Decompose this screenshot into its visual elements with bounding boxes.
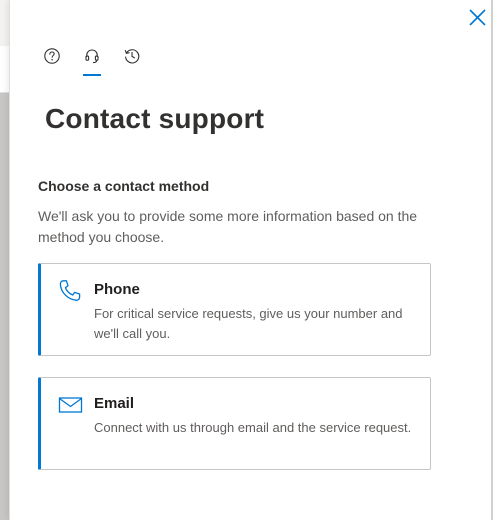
headset-icon (85, 49, 99, 64)
contact-method-heading: Choose a contact method (38, 178, 210, 194)
close-button[interactable] (465, 5, 491, 31)
history-icon (124, 49, 140, 64)
contact-method-description: We'll ask you to provide some more infor… (38, 208, 418, 245)
phone-contact-option[interactable]: Phone For critical service requests, giv… (38, 263, 431, 356)
phone-icon (59, 280, 81, 301)
email-option-description: Connect with us through email and the se… (94, 420, 412, 435)
email-option-title: Email (94, 395, 135, 412)
support-pane-screen: Contact support Choose a contact method … (0, 0, 493, 520)
phone-option-description: For critical service requests, give us y… (94, 306, 403, 341)
tab-contact-support[interactable] (78, 40, 106, 76)
background-app (0, 0, 9, 520)
background-overlay (0, 93, 9, 520)
support-panel: Contact support Choose a contact method … (9, 0, 492, 520)
selected-tab-indicator (83, 74, 101, 76)
mail-icon (58, 397, 83, 413)
tab-history[interactable] (118, 40, 146, 76)
background-toolbar (0, 46, 9, 93)
help-icon (44, 48, 60, 64)
page-title: Contact support (45, 103, 265, 134)
phone-option-title: Phone (94, 281, 140, 298)
background-header (0, 0, 9, 46)
close-icon (469, 9, 486, 26)
tab-help[interactable] (38, 40, 66, 76)
email-contact-option[interactable]: Email Connect with us through email and … (38, 377, 431, 470)
